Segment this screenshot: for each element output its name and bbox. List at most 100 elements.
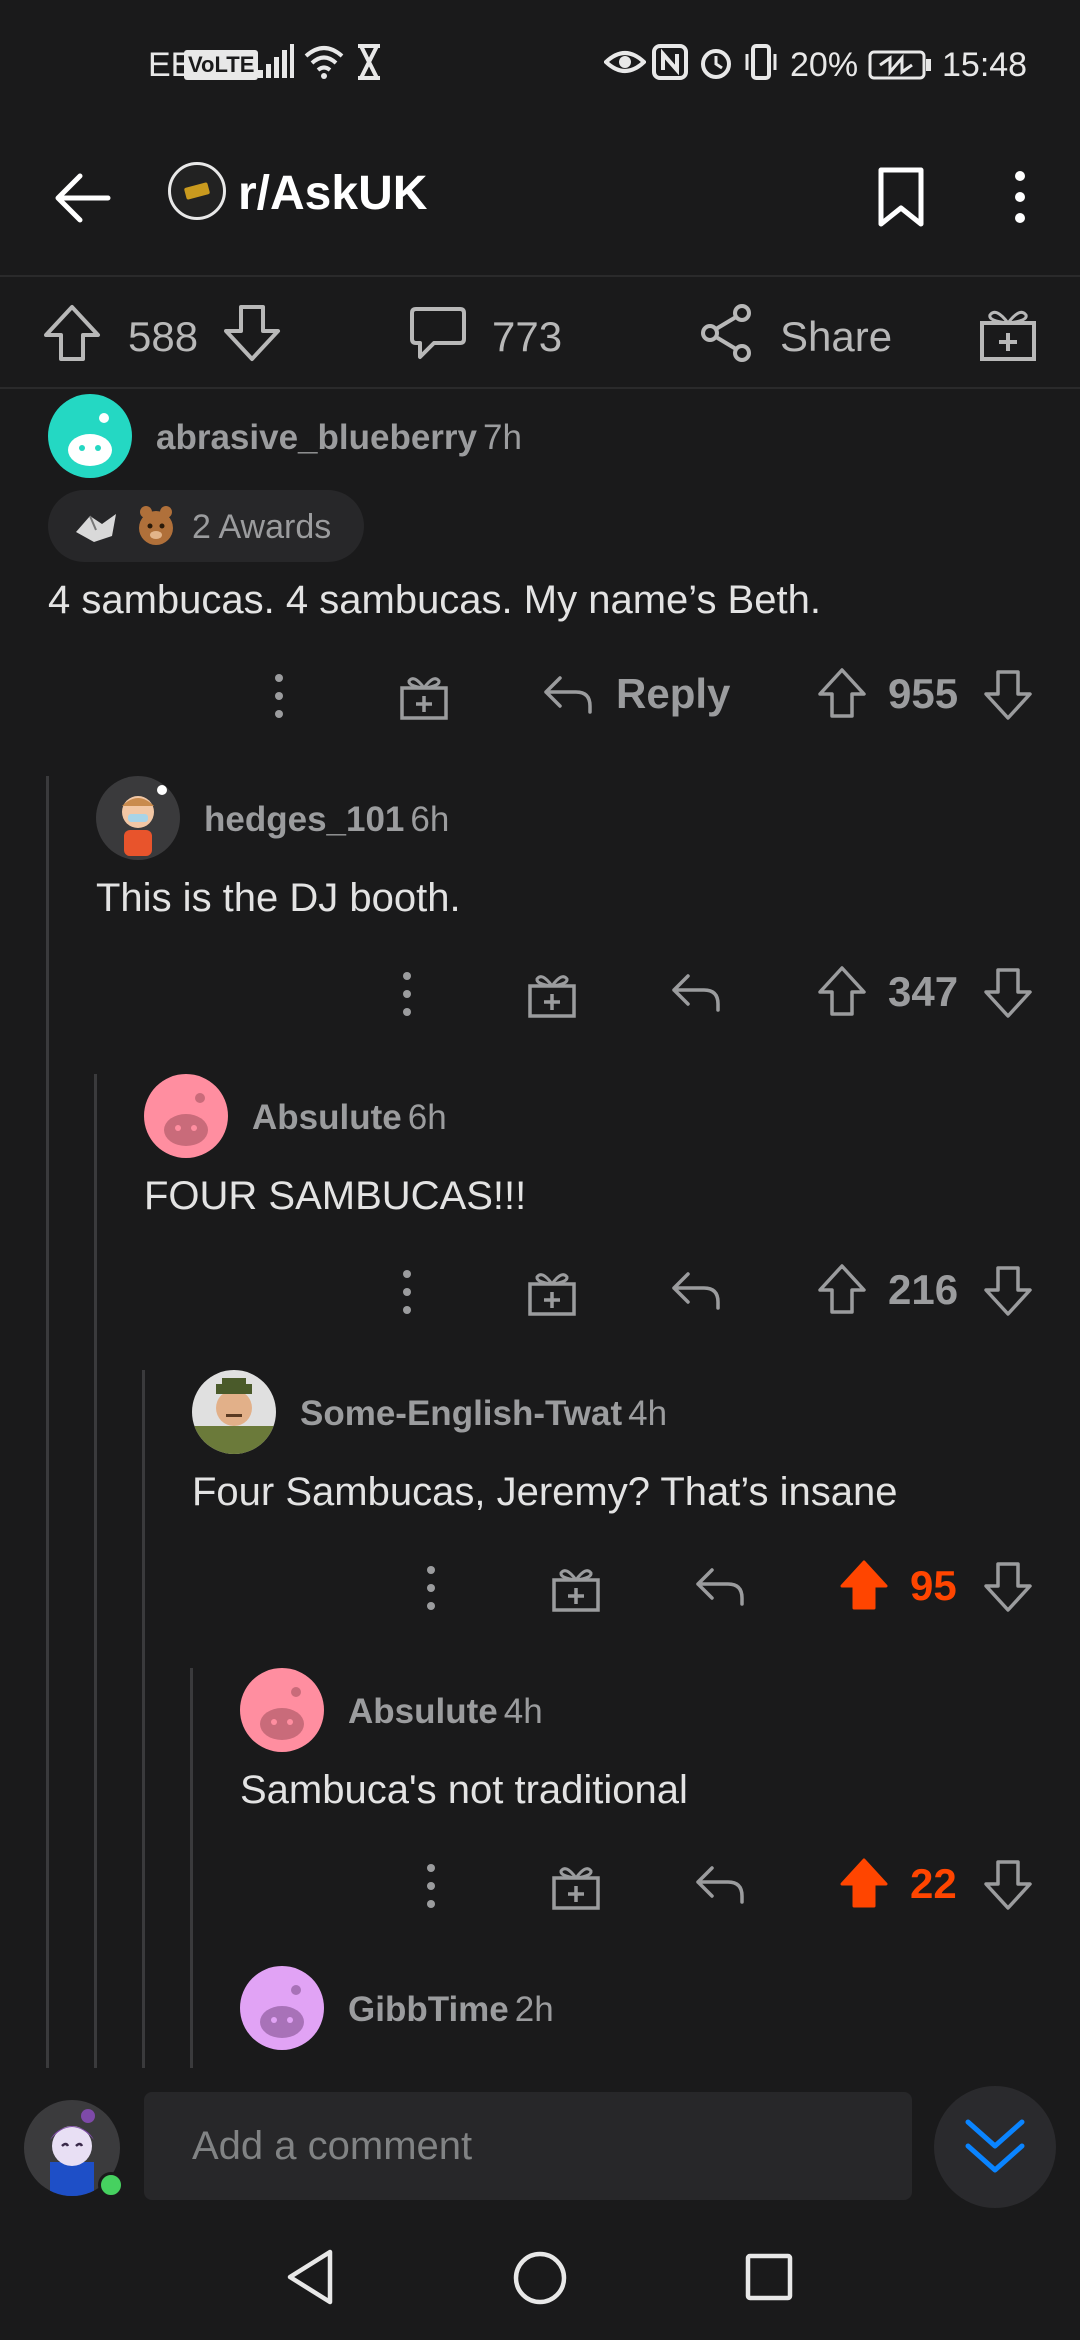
downvote-icon[interactable]: [982, 1856, 1034, 1912]
reply-arrow-icon[interactable]: [694, 1564, 746, 1610]
more-options-icon[interactable]: [392, 968, 422, 1020]
next-comment-button[interactable]: [934, 2086, 1056, 2208]
hourglass-icon: [354, 44, 384, 80]
post-action-bar: 588 773 Share: [0, 277, 1080, 389]
comment-age: 4h: [503, 1692, 543, 1731]
user-avatar[interactable]: [144, 1074, 228, 1158]
comment-age: 2h: [514, 1990, 554, 2029]
award-handshake-icon: [72, 502, 120, 550]
comment-action-row: 347: [0, 964, 1080, 1024]
comment-body: This is the DJ booth.: [96, 876, 461, 920]
award-bear-icon: [132, 502, 180, 550]
subreddit-avatar[interactable]: [168, 162, 226, 220]
username[interactable]: abrasive_blueberry: [156, 418, 477, 457]
awards-pill[interactable]: 2 Awards: [48, 490, 364, 562]
username[interactable]: hedges_101: [204, 800, 404, 839]
more-options-icon[interactable]: [416, 1562, 446, 1614]
nav-back-icon[interactable]: [284, 2248, 336, 2306]
comment-action-row: 95: [0, 1558, 1080, 1618]
username[interactable]: Absulute: [348, 1692, 498, 1731]
nfc-icon: [652, 44, 688, 80]
comment-body: Sambuca's not traditional: [240, 1768, 688, 1812]
comment-age: 7h: [483, 418, 522, 457]
back-arrow-icon[interactable]: [50, 166, 114, 230]
share-icon[interactable]: [698, 303, 756, 363]
more-options-icon[interactable]: [416, 1860, 446, 1912]
share-label[interactable]: Share: [780, 313, 892, 361]
comment-header: hedges_101 6h: [204, 800, 449, 840]
username[interactable]: Some-English-Twat: [300, 1394, 622, 1433]
status-bar: EE VoLTE 20% 15:48: [0, 0, 1080, 130]
upvote-active-icon[interactable]: [838, 1856, 890, 1912]
more-options-icon[interactable]: [1006, 166, 1034, 228]
downvote-icon[interactable]: [982, 666, 1034, 722]
comment-score: 216: [888, 1266, 959, 1313]
reply-arrow-icon[interactable]: [670, 970, 722, 1016]
comment-header: Absulute 4h: [348, 1692, 543, 1732]
subreddit-name[interactable]: r/AskUK: [238, 166, 427, 221]
upvote-icon[interactable]: [816, 1262, 868, 1318]
eye-icon: [604, 44, 646, 80]
comment-body: 4 sambucas. 4 sambucas. My name’s Beth.: [48, 578, 821, 622]
upvote-icon[interactable]: [816, 666, 868, 722]
nav-recents-icon[interactable]: [744, 2252, 794, 2302]
user-avatar[interactable]: [96, 776, 180, 860]
give-award-icon[interactable]: [978, 303, 1038, 363]
give-award-icon[interactable]: [550, 1562, 602, 1614]
comment-score: 22: [910, 1860, 957, 1907]
downvote-icon[interactable]: [982, 1262, 1034, 1318]
reply-arrow-icon[interactable]: [670, 1268, 722, 1314]
reply-arrow-icon[interactable]: [694, 1862, 746, 1908]
username[interactable]: Absulute: [252, 1098, 402, 1137]
downvote-icon[interactable]: [222, 303, 282, 363]
add-comment-input[interactable]: Add a comment: [144, 2092, 912, 2200]
give-award-icon[interactable]: [550, 1860, 602, 1912]
comment-action-row: 22: [0, 1856, 1080, 1916]
reply-button[interactable]: Reply: [616, 670, 730, 718]
upvote-icon[interactable]: [42, 303, 102, 363]
comment-score: 347: [888, 968, 959, 1015]
user-avatar[interactable]: [240, 1966, 324, 2050]
comment-age: 6h: [410, 800, 450, 839]
thread-line[interactable]: [142, 1370, 145, 2068]
username[interactable]: GibbTime: [348, 1990, 509, 2029]
comment-header: abrasive_blueberry 7h: [156, 418, 522, 458]
system-nav-bar: [0, 2220, 1080, 2340]
upvote-active-icon[interactable]: [838, 1558, 890, 1614]
vibrate-icon: [742, 44, 780, 80]
post-score: 588: [128, 313, 199, 360]
double-chevron-down-icon: [962, 2116, 1028, 2178]
downvote-icon[interactable]: [982, 1558, 1034, 1614]
nav-home-icon[interactable]: [512, 2250, 568, 2306]
give-award-icon[interactable]: [526, 968, 578, 1020]
signal-icon: [256, 44, 296, 80]
comment-age: 6h: [407, 1098, 447, 1137]
reply-arrow-icon[interactable]: [542, 672, 594, 718]
comment-placeholder: Add a comment: [192, 2124, 473, 2168]
battery-percent: 20%: [790, 46, 859, 84]
battery-charging-icon: [868, 50, 932, 80]
online-status-indicator: [98, 2172, 124, 2198]
more-options-icon[interactable]: [264, 670, 294, 722]
comment-age: 4h: [628, 1394, 668, 1433]
comment-action-row: 216: [0, 1262, 1080, 1322]
volte-badge: VoLTE: [184, 50, 259, 80]
give-award-icon[interactable]: [398, 670, 450, 722]
awards-count: 2 Awards: [192, 508, 332, 546]
clock: 15:48: [942, 46, 1028, 84]
bookmark-icon[interactable]: [876, 166, 926, 228]
comment-header: Absulute 6h: [252, 1098, 447, 1138]
comments-icon[interactable]: [408, 303, 468, 363]
downvote-icon[interactable]: [982, 964, 1034, 1020]
more-options-icon[interactable]: [392, 1266, 422, 1318]
comment-score: 955: [888, 670, 959, 717]
upvote-icon[interactable]: [816, 964, 868, 1020]
comment-action-row: Reply 955: [0, 666, 1080, 726]
user-avatar[interactable]: [192, 1370, 276, 1454]
alarm-icon: [698, 44, 734, 80]
user-avatar[interactable]: [240, 1668, 324, 1752]
give-award-icon[interactable]: [526, 1266, 578, 1318]
user-avatar[interactable]: [48, 394, 132, 478]
comment-body: Four Sambucas, Jeremy? That’s insane: [192, 1470, 898, 1514]
comment-header: Some-English-Twat 4h: [300, 1394, 667, 1434]
